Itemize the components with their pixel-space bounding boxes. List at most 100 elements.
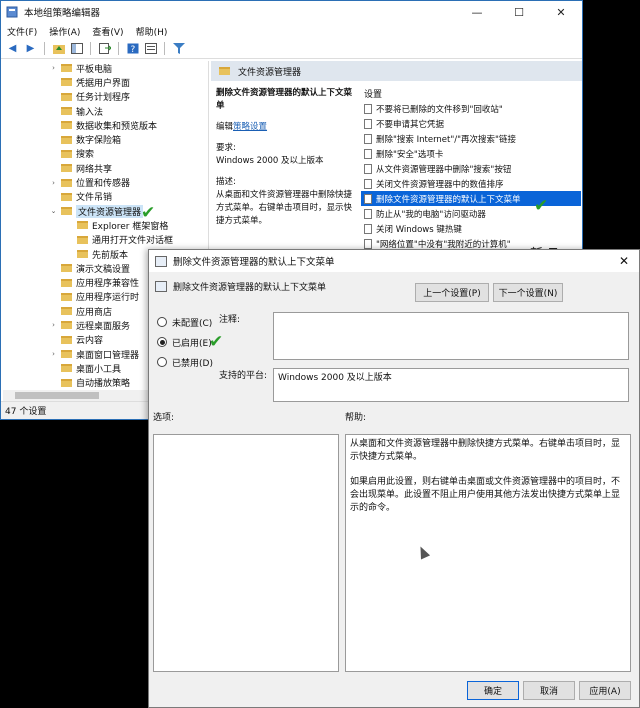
comment-textarea[interactable]	[273, 312, 629, 360]
minimize-button[interactable]: —	[456, 1, 498, 23]
tree-item[interactable]: 数字保险箱	[3, 132, 208, 146]
tree-item-label: 文件吊销	[76, 193, 113, 204]
menu-file[interactable]: 文件(F)	[7, 25, 37, 38]
setting-row[interactable]: 删除"搜索 Internet"/"再次搜索"链接	[361, 131, 581, 146]
policy-dialog: 删除文件资源管理器的默认上下文菜单 ✕ 删除文件资源管理器的默认上下文菜单 上一…	[148, 249, 640, 708]
tree-item[interactable]: Explorer 框架窗格	[3, 218, 208, 232]
tree-item[interactable]: › 位置和传感器	[3, 175, 208, 189]
platform-label: 支持的平台:	[219, 371, 268, 381]
radio-dot	[157, 317, 167, 327]
requirements: 要求: Windows 2000 及以上版本	[216, 142, 356, 168]
policy-setting-icon	[364, 103, 372, 114]
setting-row[interactable]: 关闭文件资源管理器中的数值排序	[361, 176, 581, 191]
show-hide-tree-icon[interactable]	[70, 42, 83, 55]
properties-icon[interactable]	[144, 42, 157, 55]
folder-icon	[61, 107, 72, 116]
policy-setting-icon	[364, 208, 372, 219]
apply-button[interactable]: 应用(A)	[579, 681, 631, 700]
up-folder-icon[interactable]	[52, 42, 65, 55]
menu-action[interactable]: 操作(A)	[49, 25, 80, 38]
tree-item[interactable]: 任务计划程序	[3, 90, 208, 104]
tree-item[interactable]: ⌄ 文件资源管理器	[3, 204, 208, 218]
tree-item[interactable]: 通用打开文件对话框	[3, 233, 208, 247]
requirements-label: 要求:	[216, 143, 236, 153]
expand-chevron-icon[interactable]: ⌄	[49, 207, 58, 215]
setting-label: 删除"搜索 Internet"/"再次搜索"链接	[376, 134, 516, 145]
tree-item[interactable]: 文件吊销	[3, 190, 208, 204]
menu-help[interactable]: 帮助(H)	[136, 25, 168, 38]
help-paragraph: 如果启用此设置，则右键单击桌面或文件资源管理器中的项目时，不会出现菜单。此设置不…	[350, 477, 621, 513]
maximize-button[interactable]: ☐	[498, 1, 540, 23]
tree-item-label: 位置和传感器	[76, 179, 131, 190]
scrollbar-thumb[interactable]	[15, 392, 99, 399]
folder-icon	[77, 250, 88, 258]
cancel-button[interactable]: 取消	[523, 681, 575, 700]
back-icon[interactable]: ◀	[6, 42, 19, 55]
setting-label: "网络位置"中没有"我附近的计算机"	[376, 239, 511, 250]
settings-column-header[interactable]: 设置	[361, 87, 581, 101]
tree-item-label: 搜索	[76, 150, 95, 161]
expand-chevron-icon[interactable]: ›	[49, 179, 58, 187]
setting-row[interactable]: 不要申请其它凭据	[361, 116, 581, 131]
tree-item[interactable]: 搜索	[3, 147, 208, 161]
folder-icon	[61, 121, 72, 130]
export-list-icon[interactable]	[98, 42, 111, 55]
previous-setting-button[interactable]: 上一个设置(P)	[415, 283, 489, 302]
next-setting-button[interactable]: 下一个设置(N)	[493, 283, 563, 302]
policy-setting-icon	[364, 238, 372, 249]
state-radio-group: 未配置(C) 已启用(E) 已禁用(D)	[157, 312, 213, 372]
help-panel: 从桌面和文件资源管理器中删除快捷方式菜单。右键单击项目时，显示快捷方式菜单。 如…	[345, 434, 631, 672]
filter-icon[interactable]	[172, 42, 185, 55]
radio-disabled[interactable]: 已禁用(D)	[157, 352, 213, 372]
dialog-title-bar: 删除文件资源管理器的默认上下文菜单	[149, 250, 639, 272]
folder-icon	[61, 64, 72, 73]
options-panel	[153, 434, 339, 672]
tree-item-label: 自动播放策略	[76, 379, 131, 390]
tree-item[interactable]: 输入法	[3, 104, 208, 118]
tree-item-label: 应用程序兼容性	[76, 279, 140, 290]
toolbar-separator	[118, 42, 119, 55]
setting-label: 防止从"我的电脑"访问驱动器	[376, 209, 486, 220]
ok-button[interactable]: 确定	[467, 681, 519, 700]
toolbar-separator	[90, 42, 91, 55]
tree-item-label: 文件资源管理器	[76, 204, 144, 218]
radio-dot	[157, 357, 167, 367]
help-icon[interactable]: ?	[126, 42, 139, 55]
close-button[interactable]: ✕	[540, 1, 582, 23]
setting-row[interactable]: 从文件资源管理器中删除"搜索"按钮	[361, 161, 581, 176]
help-label: 帮助:	[345, 413, 367, 423]
platform-field: Windows 2000 及以上版本	[273, 368, 629, 402]
tree-item[interactable]: 数据收集和预览版本	[3, 118, 208, 132]
setting-row[interactable]: 不要将已删除的文件移到"回收站"	[361, 101, 581, 116]
window-title: 本地组策略编辑器	[24, 8, 101, 19]
tree-item[interactable]: 网络共享	[3, 161, 208, 175]
radio-not-configured[interactable]: 未配置(C)	[157, 312, 213, 332]
tree-item[interactable]: 凭据用户界面	[3, 75, 208, 89]
description-title: 删除文件资源管理器的默认上下文菜单	[216, 88, 353, 111]
folder-icon	[61, 149, 72, 158]
expand-chevron-icon[interactable]: ›	[49, 64, 58, 72]
tree-item-label: 输入法	[76, 107, 104, 118]
expand-chevron-icon[interactable]: ›	[49, 321, 58, 329]
tree-item[interactable]: › 平板电脑	[3, 61, 208, 75]
tree-item-label: 先前版本	[92, 250, 129, 261]
tree-item-label: Explorer 框架窗格	[92, 221, 169, 232]
setting-row[interactable]: 删除"安全"选项卡	[361, 146, 581, 161]
dialog-close-button[interactable]: ✕	[619, 254, 629, 268]
radio-enabled[interactable]: 已启用(E)	[157, 332, 213, 352]
setting-row[interactable]: 关闭 Windows 键热键	[361, 221, 581, 236]
menu-view[interactable]: 查看(V)	[92, 25, 123, 38]
forward-icon[interactable]: ▶	[24, 42, 37, 55]
setting-label: 删除"安全"选项卡	[376, 149, 444, 160]
folder-icon	[61, 321, 72, 330]
description-text: 从桌面和文件资源管理器中删除快捷方式菜单。右键单击项目时，显示快捷方式菜单。	[216, 190, 353, 226]
edit-policy-link[interactable]: 策略设置	[233, 122, 267, 132]
setting-label: 不要将已删除的文件移到"回收站"	[376, 104, 503, 115]
folder-icon	[61, 364, 72, 373]
policy-setting-icon	[364, 148, 372, 159]
expand-chevron-icon[interactable]: ›	[49, 350, 58, 358]
tree-item-label: 数字保险箱	[76, 136, 122, 147]
tree-item-label: 演示文稿设置	[76, 264, 131, 275]
tree-item-label: 应用商店	[76, 307, 113, 318]
folder-icon	[61, 135, 72, 144]
